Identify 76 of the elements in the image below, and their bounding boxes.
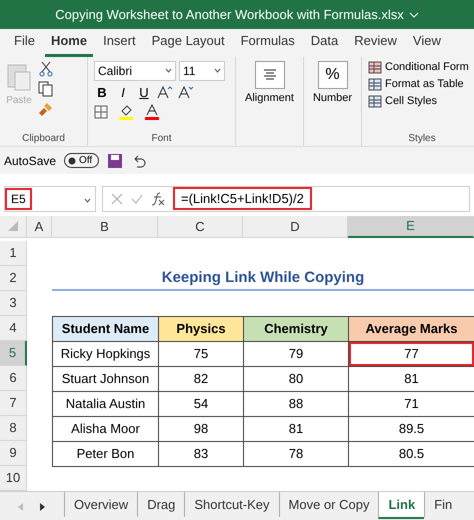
column-header: E (348, 216, 474, 238)
save-icon[interactable] (107, 152, 124, 169)
autosave-label: AutoSave (4, 154, 56, 168)
fill-color-icon[interactable] (118, 104, 134, 120)
column-header: B (52, 216, 158, 238)
table-header: Physics (158, 316, 244, 342)
ribbon-tab[interactable]: Data (304, 32, 344, 57)
table-header: Average Marks (348, 316, 474, 342)
table-style-icon (368, 60, 382, 74)
column-header: D (243, 216, 348, 238)
row-header: 3 (0, 290, 27, 316)
autosave-toggle[interactable]: Off (64, 153, 100, 168)
check-icon (131, 192, 143, 205)
sheet-tab[interactable]: Drag (137, 492, 184, 517)
table-style-icon (368, 94, 382, 108)
row-header: 6 (0, 366, 27, 391)
formula-text: =(Link!C5+Link!D5)/2 (173, 187, 312, 210)
row-header: 7 (0, 390, 27, 416)
underline-button[interactable]: U (136, 84, 152, 100)
table-header: Student Name (52, 316, 159, 342)
group-label: Clipboard (21, 132, 66, 144)
styles-item[interactable]: Cell Styles (368, 94, 474, 108)
alignment-icon[interactable] (254, 60, 284, 89)
ribbon-tab[interactable]: Page Layout (146, 32, 231, 57)
italic-button[interactable]: I (115, 84, 131, 100)
number-button[interactable]: Number (312, 92, 352, 104)
sheet-tab[interactable]: Link (378, 492, 424, 519)
name-box[interactable]: E5 (4, 186, 96, 212)
caret-icon (84, 198, 91, 203)
column-header: C (158, 216, 243, 238)
ribbon-tab[interactable]: Formulas (234, 32, 301, 57)
row-header: 8 (0, 416, 27, 441)
formula-bar[interactable]: =(Link!C5+Link!D5)/2 (102, 186, 470, 212)
borders-icon[interactable] (94, 104, 108, 119)
function-icon (151, 192, 165, 206)
ribbon-tab[interactable]: File (8, 32, 41, 57)
percent-icon[interactable]: % (318, 60, 348, 89)
ribbon-tab[interactable]: View (406, 32, 447, 57)
sheet-tab[interactable]: Fin (424, 492, 462, 517)
chevron-icon (408, 12, 419, 18)
row-header: 4 (0, 316, 27, 341)
font-color-icon[interactable] (144, 104, 160, 120)
sheet-tab[interactable]: Overview (64, 492, 138, 517)
toggle-knob-icon (68, 156, 76, 165)
styles-item[interactable]: Conditional Form (368, 60, 474, 74)
sheet-title: Keeping Link While Copying (52, 266, 474, 291)
group-label: Font (150, 132, 172, 144)
window-title: Copying Worksheet to Another Workbook with Formulas.xlsx (55, 7, 404, 22)
shrink-font-icon[interactable] (178, 85, 194, 100)
group-label: Styles (407, 132, 437, 144)
scroll-right-icon[interactable] (40, 502, 46, 511)
scissors-icon[interactable] (39, 60, 53, 77)
row-header: 9 (0, 440, 27, 466)
row-header: 2 (0, 266, 27, 291)
ribbon-tab[interactable]: Review (348, 32, 403, 57)
table-cell[interactable]: 77 (348, 340, 474, 367)
column-header: A (27, 216, 52, 238)
grow-font-icon[interactable] (157, 85, 173, 100)
row-header: 1 (0, 240, 27, 266)
bold-button[interactable]: B (94, 84, 110, 100)
font-size-dropdown[interactable]: 11 (179, 60, 225, 81)
styles-item[interactable]: Format as Table (368, 78, 474, 91)
font-name-dropdown[interactable]: Calibri (94, 60, 176, 81)
alignment-button[interactable]: Alignment (245, 92, 294, 104)
table-header: Chemistry (243, 316, 349, 342)
row-header: 5 (0, 340, 27, 366)
brush-icon[interactable] (38, 100, 54, 117)
cancel-icon (111, 192, 123, 205)
caret-icon (165, 68, 172, 74)
row-header: 10 (0, 466, 27, 491)
copy-icon[interactable] (38, 80, 54, 97)
table-style-icon (368, 78, 382, 91)
ribbon-tab[interactable]: Insert (97, 32, 142, 57)
sheet-tab[interactable]: Shortcut-Key (184, 492, 279, 517)
table-cell[interactable]: Peter Bon (52, 440, 159, 467)
caret-icon (214, 68, 221, 74)
